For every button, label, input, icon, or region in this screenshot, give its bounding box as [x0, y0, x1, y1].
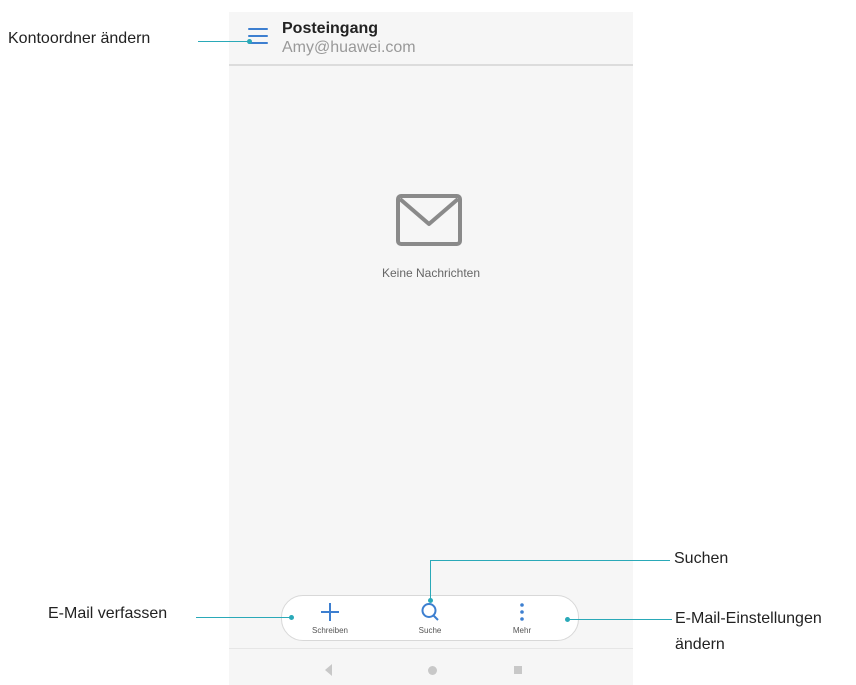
- envelope-icon: [396, 194, 462, 246]
- more-label: Mehr: [512, 626, 532, 635]
- callout-settings-line2: ändern: [675, 636, 725, 653]
- callout-search: Suchen: [674, 550, 729, 567]
- callout-dot-account: [247, 39, 252, 44]
- callout-dot-search: [428, 598, 433, 603]
- callout-line-search-vertical: [430, 560, 431, 600]
- page-title: Posteingang: [282, 20, 379, 37]
- app-header: Posteingang Amy@huawei.com: [229, 12, 633, 64]
- callout-line-compose: [196, 617, 292, 618]
- callout-settings-line1: E-Mail-Einstellungen: [675, 610, 822, 627]
- search-icon: [421, 603, 439, 621]
- compose-label: Schreiben: [311, 626, 349, 635]
- more-button[interactable]: Mehr: [482, 596, 562, 640]
- more-vertical-icon: [520, 603, 524, 621]
- plus-icon: [321, 603, 339, 621]
- callout-dot-compose: [289, 615, 294, 620]
- home-icon[interactable]: [428, 666, 437, 675]
- callout-line-settings: [568, 619, 672, 620]
- compose-button[interactable]: Schreiben: [290, 596, 370, 640]
- callout-line-search: [430, 560, 670, 561]
- callout-dot-settings: [565, 617, 570, 622]
- back-icon[interactable]: [325, 664, 333, 676]
- empty-message: Keine Nachrichten: [381, 266, 481, 280]
- header-divider: [229, 64, 633, 66]
- recent-apps-icon[interactable]: [514, 666, 522, 674]
- callout-compose: E-Mail verfassen: [48, 605, 168, 622]
- phone-screen: Posteingang Amy@huawei.com Keine Nachric…: [229, 12, 633, 685]
- callout-line-account: [198, 41, 250, 42]
- system-nav-bar: [229, 648, 633, 685]
- callout-account-folder: Kontoordner ändern: [8, 30, 151, 47]
- account-address: Amy@huawei.com: [282, 39, 416, 56]
- search-label: Suche: [418, 626, 442, 635]
